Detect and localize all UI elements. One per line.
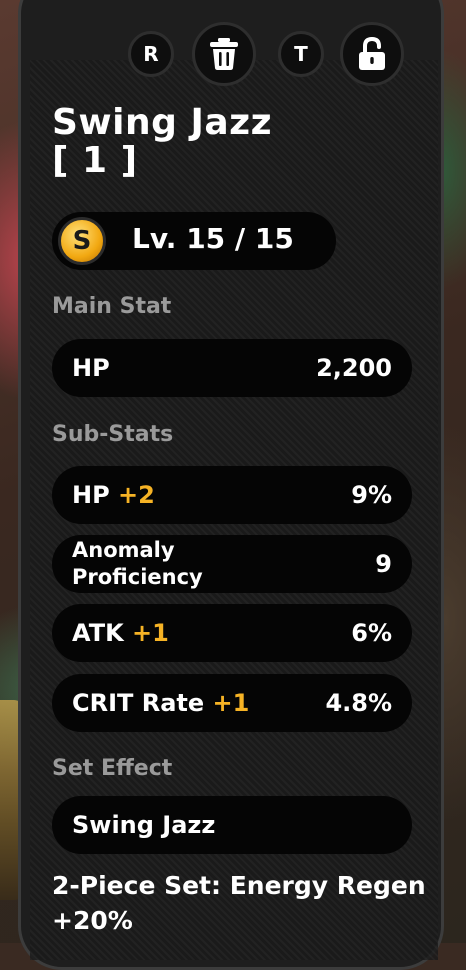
disc-title-block: Swing Jazz [ 1 ] — [52, 104, 412, 180]
r-button-label: R — [143, 42, 159, 66]
main-stat-heading: Main Stat — [52, 294, 172, 319]
disc-slot: [ 1 ] — [52, 140, 138, 181]
t-button[interactable]: T — [278, 31, 324, 77]
sub-stat-name: ATK +1 — [72, 619, 169, 647]
sub-stat-upgrade: +1 — [212, 689, 250, 717]
set-name-row: Swing Jazz — [52, 796, 412, 854]
sub-stat-upgrade: +1 — [132, 619, 169, 647]
sub-stat-row: ATK +1 6% — [52, 604, 412, 662]
t-button-label: T — [294, 42, 308, 66]
set-effect-heading: Set Effect — [52, 756, 173, 781]
sub-stat-upgrade: +2 — [118, 481, 155, 509]
delete-button[interactable] — [192, 22, 256, 86]
sub-stat-name: Anomaly Proficiency — [72, 538, 203, 589]
sub-stat-row: HP +2 9% — [52, 466, 412, 524]
main-stat-name: HP — [72, 354, 110, 382]
rank-badge-label: S — [72, 226, 92, 256]
sub-stat-value: 9% — [351, 481, 392, 509]
sub-stat-value: 9 — [375, 550, 392, 578]
set-effect-description: 2-Piece Set: Energy Regen +20% — [52, 871, 426, 935]
lock-toggle-button[interactable] — [340, 22, 404, 86]
main-stat-value: 2,200 — [316, 354, 392, 382]
rank-s-icon: S — [58, 217, 106, 265]
r-button[interactable]: R — [128, 31, 174, 77]
sub-stat-name: CRIT Rate +1 — [72, 689, 250, 717]
disc-title: Swing Jazz — [52, 102, 273, 143]
unlock-icon — [359, 37, 385, 70]
sub-stat-value: 6% — [351, 619, 392, 647]
sub-stats-heading: Sub-Stats — [52, 422, 174, 447]
level-text: Lv. 15 / 15 — [132, 222, 294, 255]
trash-icon — [210, 38, 238, 70]
sub-stat-row: CRIT Rate +1 4.8% — [52, 674, 412, 732]
main-stat-row: HP 2,200 — [52, 339, 412, 397]
set-name: Swing Jazz — [72, 811, 216, 839]
sub-stat-name: HP +2 — [72, 481, 155, 509]
sub-stat-value: 4.8% — [325, 689, 392, 717]
sub-stat-row: Anomaly Proficiency 9 — [52, 535, 412, 593]
level-display: S Lv. 15 / 15 — [52, 212, 336, 270]
toolbar: R T — [128, 22, 412, 86]
